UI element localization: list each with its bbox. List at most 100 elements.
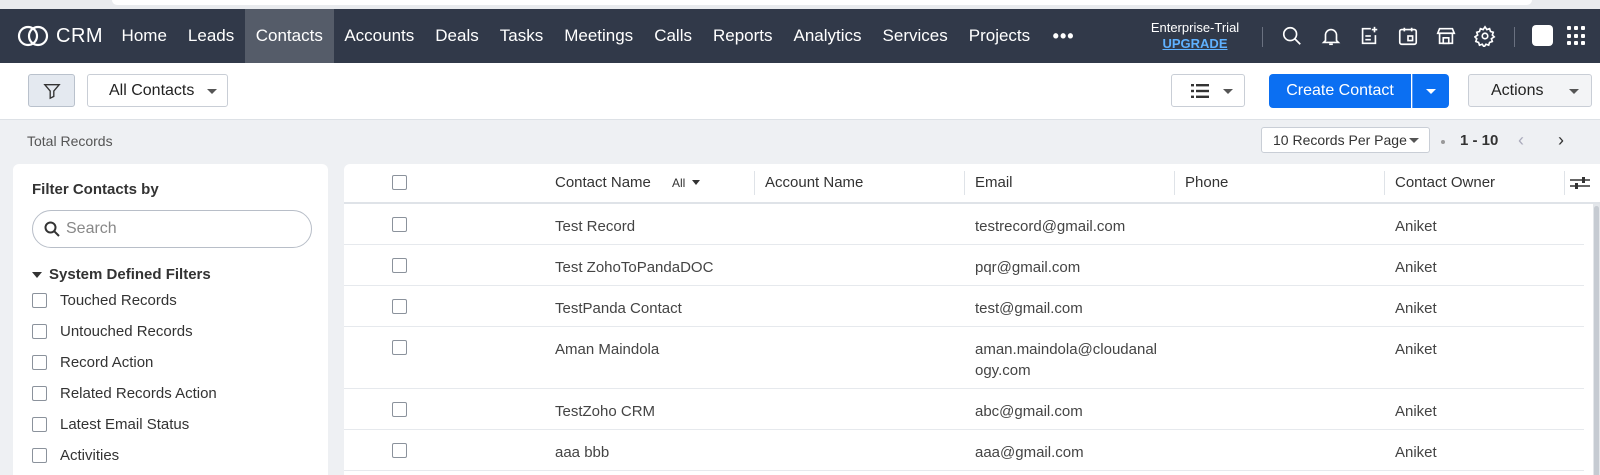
store-icon[interactable]: [1433, 23, 1459, 49]
column-header-phone[interactable]: Phone: [1185, 164, 1228, 202]
table-row[interactable]: Test ZohoToPandaDOC pqr@gmail.com Aniket: [344, 245, 1584, 286]
crm-logo[interactable]: CRM: [16, 23, 103, 49]
filter-option-label: Activities: [60, 447, 120, 464]
filter-option-label: Latest Email Status: [60, 416, 190, 433]
filter-option-activities[interactable]: Activities: [32, 447, 119, 464]
owner-cell: Aniket: [1395, 403, 1437, 420]
nav-meetings[interactable]: Meetings: [554, 9, 644, 63]
owner-cell: Aniket: [1395, 218, 1437, 235]
contact-name-filter-label: All: [672, 176, 686, 190]
nav-deals[interactable]: Deals: [425, 9, 489, 63]
actions-button[interactable]: Actions: [1468, 74, 1592, 107]
contact-name-filter-all[interactable]: All: [672, 176, 700, 190]
list-view-icon: [1191, 84, 1209, 98]
column-header-contact-name[interactable]: Contact Name: [555, 164, 651, 202]
nav-services[interactable]: Services: [872, 9, 958, 63]
column-divider: [1384, 171, 1385, 195]
table-scrollbar[interactable]: [1593, 204, 1600, 475]
app-name: CRM: [56, 24, 104, 47]
column-header-contact-owner[interactable]: Contact Owner: [1395, 164, 1495, 202]
nav-projects[interactable]: Projects: [958, 9, 1040, 63]
create-contact-dropdown[interactable]: [1412, 74, 1449, 108]
total-records-label[interactable]: Total Records: [27, 133, 113, 149]
nav-contacts[interactable]: Contacts: [244, 9, 334, 63]
upgrade-link[interactable]: UPGRADE: [1140, 36, 1250, 51]
create-contact-button[interactable]: Create Contact: [1269, 74, 1411, 108]
next-page-icon[interactable]: ›: [1558, 131, 1564, 149]
row-checkbox[interactable]: [392, 402, 407, 417]
contact-name-cell[interactable]: aaa bbb: [555, 442, 609, 463]
table-row[interactable]: aaa bbb aaa@gmail.com Aniket: [344, 430, 1584, 471]
system-filters-header[interactable]: System Defined Filters: [32, 266, 211, 283]
table-row[interactable]: TestZoho CRM abc@gmail.com Aniket: [344, 389, 1584, 430]
filter-option-record-action[interactable]: Record Action: [32, 354, 153, 371]
owner-cell: Aniket: [1395, 444, 1437, 461]
email-cell[interactable]: pqr@gmail.com: [975, 257, 1080, 278]
nav-more-button[interactable]: •••: [1041, 26, 1087, 47]
email-cell[interactable]: aaa@gmail.com: [975, 442, 1084, 463]
checkbox[interactable]: [32, 293, 47, 308]
nav-tasks[interactable]: Tasks: [489, 9, 553, 63]
email-cell[interactable]: abc@gmail.com: [975, 401, 1083, 422]
checkbox[interactable]: [32, 386, 47, 401]
search-icon[interactable]: [1279, 23, 1305, 49]
nav-divider: [1262, 27, 1263, 47]
checkbox[interactable]: [32, 448, 47, 463]
email-cell[interactable]: test@gmail.com: [975, 298, 1083, 319]
checkbox[interactable]: [32, 355, 47, 370]
row-checkbox[interactable]: [392, 443, 407, 458]
row-checkbox[interactable]: [392, 340, 407, 355]
gear-icon[interactable]: [1472, 23, 1498, 49]
row-checkbox[interactable]: [392, 258, 407, 273]
contact-name-cell[interactable]: Aman Maindola: [555, 339, 659, 360]
profile-icon[interactable]: [1532, 25, 1553, 46]
chevron-down-icon: [1409, 138, 1419, 143]
table-row[interactable]: Aman Maindola aman.maindola@cloudanal og…: [344, 327, 1584, 389]
column-header-email[interactable]: Email: [975, 164, 1013, 202]
records-per-page-select[interactable]: 10 Records Per Page: [1261, 127, 1430, 153]
custom-view-select[interactable]: All Contacts: [87, 74, 228, 107]
owner-cell: Aniket: [1395, 259, 1437, 276]
nav-reports[interactable]: Reports: [702, 9, 783, 63]
contact-name-cell[interactable]: TestPanda Contact: [555, 298, 682, 319]
browser-url-bar[interactable]: [112, 0, 1532, 5]
nav-accounts[interactable]: Accounts: [334, 9, 425, 63]
filter-option-latest-email-status[interactable]: Latest Email Status: [32, 416, 189, 433]
filter-option-related-records-action[interactable]: Related Records Action: [32, 385, 217, 402]
contact-name-cell[interactable]: TestZoho CRM: [555, 401, 655, 422]
checkbox[interactable]: [32, 417, 47, 432]
caret-down-icon: [692, 180, 700, 185]
contact-name-cell[interactable]: Test Record: [555, 216, 635, 237]
nav-leads[interactable]: Leads: [177, 9, 244, 63]
filter-search-input[interactable]: [66, 220, 286, 238]
filter-option-touched-records[interactable]: Touched Records: [32, 292, 177, 309]
calendar-icon[interactable]: [1395, 23, 1421, 49]
filter-toggle-button[interactable]: [28, 74, 75, 107]
table-row[interactable]: TestPanda Contact test@gmail.com Aniket: [344, 286, 1584, 327]
add-note-icon[interactable]: [1356, 23, 1382, 49]
list-toolbar: All Contacts Create Contact Actions: [0, 63, 1600, 120]
filter-option-label: Touched Records: [60, 292, 177, 309]
actions-label: Actions: [1491, 82, 1544, 99]
column-header-account-name[interactable]: Account Name: [765, 164, 863, 202]
row-checkbox[interactable]: [392, 217, 407, 232]
nav-calls[interactable]: Calls: [644, 9, 703, 63]
previous-page-icon[interactable]: ‹: [1518, 131, 1524, 149]
select-all-checkbox[interactable]: [392, 175, 407, 190]
nav-analytics[interactable]: Analytics: [783, 9, 872, 63]
filter-search-box[interactable]: [32, 210, 312, 248]
view-mode-button[interactable]: [1171, 74, 1245, 107]
row-checkbox[interactable]: [392, 299, 407, 314]
contact-name-cell[interactable]: Test ZohoToPandaDOC: [555, 257, 713, 278]
scrollbar-thumb[interactable]: [1594, 206, 1599, 475]
checkbox[interactable]: [32, 324, 47, 339]
apps-grid-icon[interactable]: [1567, 26, 1587, 46]
email-cell[interactable]: aman.maindola@cloudanal ogy.com: [975, 339, 1157, 381]
bell-icon[interactable]: [1318, 23, 1344, 49]
table-row[interactable]: Test Record testrecord@gmail.com Aniket: [344, 204, 1584, 245]
email-cell[interactable]: testrecord@gmail.com: [975, 216, 1125, 237]
nav-home[interactable]: Home: [111, 9, 177, 63]
filter-option-untouched-records[interactable]: Untouched Records: [32, 323, 193, 340]
filter-panel-title: Filter Contacts by: [32, 181, 159, 198]
column-settings-icon[interactable]: [1569, 174, 1591, 192]
